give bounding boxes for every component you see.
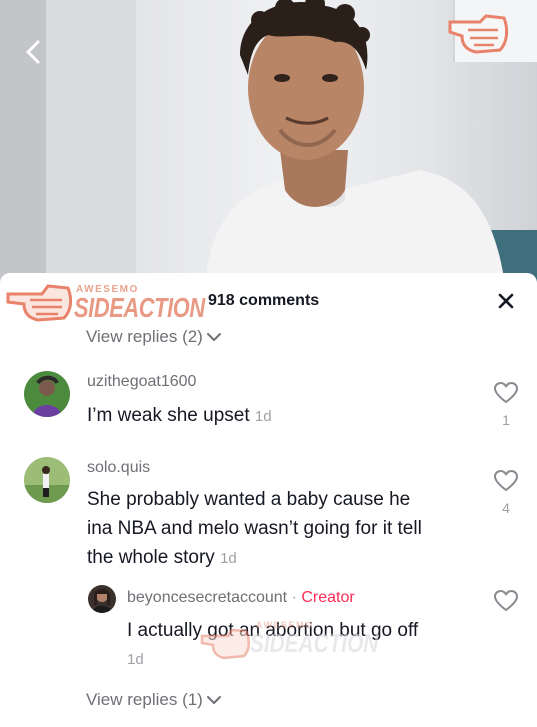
- chevron-down-icon: [206, 696, 221, 704]
- watermark-logo: AWESEMO SIDEACTION: [6, 278, 206, 324]
- watermark-overlay: AWESEMO SIDEACTION: [200, 620, 400, 668]
- comment-body: I’m weak she upset: [87, 405, 250, 426]
- like-button[interactable]: 4: [493, 469, 519, 516]
- comments-header: AWESEMO SIDEACTION 918 comments: [0, 273, 537, 329]
- comment-item: solo.quis She probably wanted a baby cau…: [0, 453, 537, 573]
- watermark-fist-logo: [446, 12, 510, 56]
- heart-outline-icon: [494, 590, 518, 611]
- close-button[interactable]: [495, 290, 517, 312]
- view-replies-button[interactable]: View replies (2): [86, 327, 222, 347]
- comment-time: 1d: [220, 550, 237, 567]
- comment-count: 918 comments: [208, 292, 320, 309]
- reply-username[interactable]: beyoncesecretaccount: [127, 589, 287, 606]
- back-button[interactable]: [18, 34, 50, 70]
- video-background: [0, 0, 537, 285]
- fist-icon: [6, 282, 73, 322]
- like-count: 4: [502, 500, 510, 516]
- separator-dot: ·: [291, 589, 297, 606]
- avatar[interactable]: [88, 585, 116, 613]
- comment-line: She probably wanted a baby cause he: [87, 489, 411, 510]
- comment-line: ina NBA and melo wasn’t going for it tel…: [87, 518, 422, 539]
- heart-outline-icon: [494, 382, 518, 403]
- reply-username-row: beyoncesecretaccount · Creator: [127, 589, 355, 607]
- comment-username[interactable]: solo.quis: [87, 459, 150, 477]
- like-button[interactable]: 1: [493, 381, 519, 428]
- chevron-left-icon: [26, 40, 40, 64]
- comment-line-last: the whole story 1d: [87, 543, 487, 573]
- comment-username[interactable]: uzithegoat1600: [87, 373, 196, 391]
- comment-line: the whole story: [87, 547, 215, 568]
- creator-badge: Creator: [301, 589, 355, 606]
- reply-time: 1d: [127, 651, 144, 668]
- comment-text: She probably wanted a baby cause he ina …: [87, 485, 487, 573]
- watermark-big-text: SIDEACTION: [250, 628, 379, 658]
- comment-time: 1d: [254, 408, 272, 425]
- avatar[interactable]: [24, 457, 70, 503]
- view-replies-label: View replies (2): [86, 327, 203, 346]
- fist-icon: [200, 626, 250, 660]
- view-replies-label: View replies (1): [86, 690, 203, 709]
- heart-outline-icon: [494, 470, 518, 491]
- close-icon: [498, 293, 514, 309]
- view-replies-button[interactable]: View replies (1): [86, 690, 222, 710]
- comment-item: uzithegoat1600 I’m weak she upset 1d 1: [0, 365, 537, 445]
- comment-text: I’m weak she upset 1d: [87, 401, 272, 431]
- like-count: 1: [502, 412, 510, 428]
- chevron-down-icon: [206, 333, 221, 341]
- avatar[interactable]: [24, 371, 70, 417]
- like-button[interactable]: [493, 589, 519, 613]
- watermark-big-text: SIDEACTION: [74, 292, 205, 323]
